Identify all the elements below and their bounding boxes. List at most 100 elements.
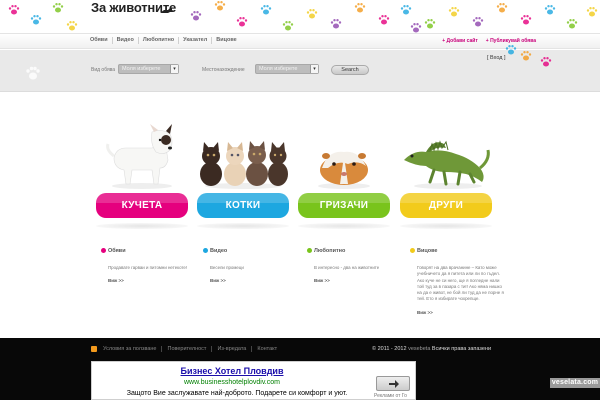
footer-link-advertising[interactable]: Из-вредата [211, 346, 251, 352]
bullet-icon [101, 248, 106, 253]
column-title: Вицове [410, 248, 506, 256]
nav-item-obiavi[interactable]: Обяви [90, 37, 112, 44]
footer-link-contact[interactable]: Контакт [251, 346, 282, 352]
column-text: Весели промеци [210, 265, 244, 270]
ad-go-button[interactable] [376, 376, 410, 391]
nav-item-vicove[interactable]: Вицове [211, 37, 240, 44]
add-site-link[interactable]: + Добави сайт [442, 38, 478, 44]
column-title-text: Обяви [108, 248, 126, 254]
paw-print-icon [330, 19, 342, 29]
footer-links: Условия за ползване Поверителност Из-вре… [103, 346, 282, 352]
kittens-image [200, 141, 288, 189]
footer-link-terms[interactable]: Условия за ползване [103, 346, 161, 352]
info-column-jokes: Вицове Говорят на два врачанине – Като м… [410, 248, 506, 315]
column-title-text: Любопитно [314, 248, 346, 254]
info-column-video: Видео Весели промеци Виж >> [203, 248, 299, 283]
main-nav: Обяви Видео Любопитно Указател Вицове [90, 37, 241, 44]
column-title-text: Видео [210, 248, 228, 254]
login-link[interactable]: [ Вход ] [487, 55, 506, 61]
info-column-curious: Любопитно В интересно - два на животните… [307, 248, 403, 283]
ad-type-select[interactable]: Моля изберете ▾ [118, 64, 179, 74]
location-label: Местонахождение [202, 67, 245, 73]
category-other-button[interactable]: ДРУГИ [400, 193, 492, 218]
ad-provider-label: Реклами от Го [374, 393, 407, 399]
search-button[interactable]: Search [331, 65, 369, 75]
paw-print-icon [378, 15, 390, 25]
paw-print-icon [354, 3, 366, 13]
ad-type-label: Вид обява [91, 67, 116, 73]
column-text: В интересно - два на животните [314, 265, 380, 270]
paw-print-icon [30, 15, 42, 25]
paw-print-icon [566, 19, 578, 29]
cat-silhouette-icon [160, 8, 174, 13]
paw-print-icon [66, 21, 78, 31]
category-card-cats[interactable]: КОТКИ [197, 120, 289, 219]
card-shadow [96, 223, 188, 229]
category-card-other[interactable]: ДРУГИ [400, 120, 492, 219]
paw-print-icon [472, 17, 484, 27]
column-title: Обяви [101, 248, 197, 256]
info-column-ads: Обяви Продавате гарваи и питомни нетекот… [101, 248, 197, 283]
column-text: Говорят на два врачанине – Като може уче… [417, 265, 504, 302]
card-shadow [197, 223, 289, 229]
chevron-down-icon: ▾ [170, 65, 178, 73]
paw-print-icon [540, 57, 552, 67]
paw-print-icon [448, 7, 460, 17]
copyright-brand[interactable]: vesebeta [408, 346, 430, 352]
bullet-icon [410, 248, 415, 253]
paw-print-icon [400, 5, 412, 15]
paw-print-icon [260, 5, 272, 15]
paw-print-icon [505, 45, 517, 55]
dog-image [106, 124, 173, 189]
read-more-link[interactable]: Виж >> [203, 278, 299, 283]
arrow-right-icon [389, 380, 399, 388]
paw-print-icon [8, 5, 20, 15]
card-shadow [400, 223, 492, 229]
nav-item-ukazatel[interactable]: Указател [178, 37, 211, 44]
ad-title[interactable]: Бизнес Хотел Пловдив [92, 366, 372, 376]
paw-print-icon [410, 23, 422, 33]
column-title: Любопитно [307, 248, 403, 256]
nav-item-lyubopitno[interactable]: Любопитно [137, 37, 178, 44]
card-shadow [298, 223, 390, 229]
watermark: veselata.com [550, 378, 600, 388]
ad-url[interactable]: www.businesshotelplovdiv.com [92, 379, 372, 386]
nav-actions: + Добави сайт + Публикувай обява [442, 38, 536, 44]
paw-print-icon [52, 3, 64, 13]
ad-description: Защото Вие заслужавате най-доброто. Пода… [126, 390, 348, 397]
category-card-dogs[interactable]: КУЧЕТА [96, 120, 188, 219]
iguana-image [404, 140, 490, 189]
ad-type-value: Моля изберете [122, 66, 161, 72]
read-more-link[interactable]: Виж >> [101, 278, 197, 283]
column-title: Видео [203, 248, 299, 256]
paw-print-icon [520, 51, 532, 61]
read-more-link[interactable]: Виж >> [307, 278, 403, 283]
column-title-text: Вицове [417, 248, 438, 254]
category-dogs-button[interactable]: КУЧЕТА [96, 193, 188, 218]
paw-print-icon [520, 15, 532, 25]
header: За животните [0, 0, 600, 33]
footer-link-privacy[interactable]: Поверителност [161, 346, 211, 352]
category-rodents-button[interactable]: ГРИЗАЧИ [298, 193, 390, 218]
rss-icon[interactable] [91, 346, 97, 352]
paw-print-icon [306, 9, 318, 19]
category-cats-button[interactable]: КОТКИ [197, 193, 289, 218]
paw-print-icon [236, 17, 248, 27]
read-more-link[interactable]: Виж >> [410, 310, 506, 315]
category-card-rodents[interactable]: ГРИЗАЧИ [298, 120, 390, 219]
bullet-icon [307, 248, 312, 253]
ad-banner[interactable]: Бизнес Хотел Пловдив www.businesshotelpl… [91, 361, 416, 400]
guinea-pig-image [318, 151, 370, 189]
copyright-years: © 2011 - 2012 [372, 346, 407, 352]
paw-print-icon [424, 19, 436, 29]
paw-print-icon [544, 5, 556, 15]
paw-icon [26, 66, 40, 80]
location-select[interactable]: Моля изберете ▾ [255, 64, 319, 74]
paw-print-icon [190, 11, 202, 21]
copyright-rights: Всички права запазени [431, 346, 492, 352]
location-value: Моля изберете [259, 66, 298, 72]
column-text: Продавате гарваи и питомни нетекоте! [108, 265, 188, 270]
paw-print-icon [586, 7, 598, 17]
search-band: [ Вход ] Вид обява Моля изберете ▾ Место… [0, 50, 600, 92]
nav-item-video[interactable]: Видео [111, 37, 138, 44]
